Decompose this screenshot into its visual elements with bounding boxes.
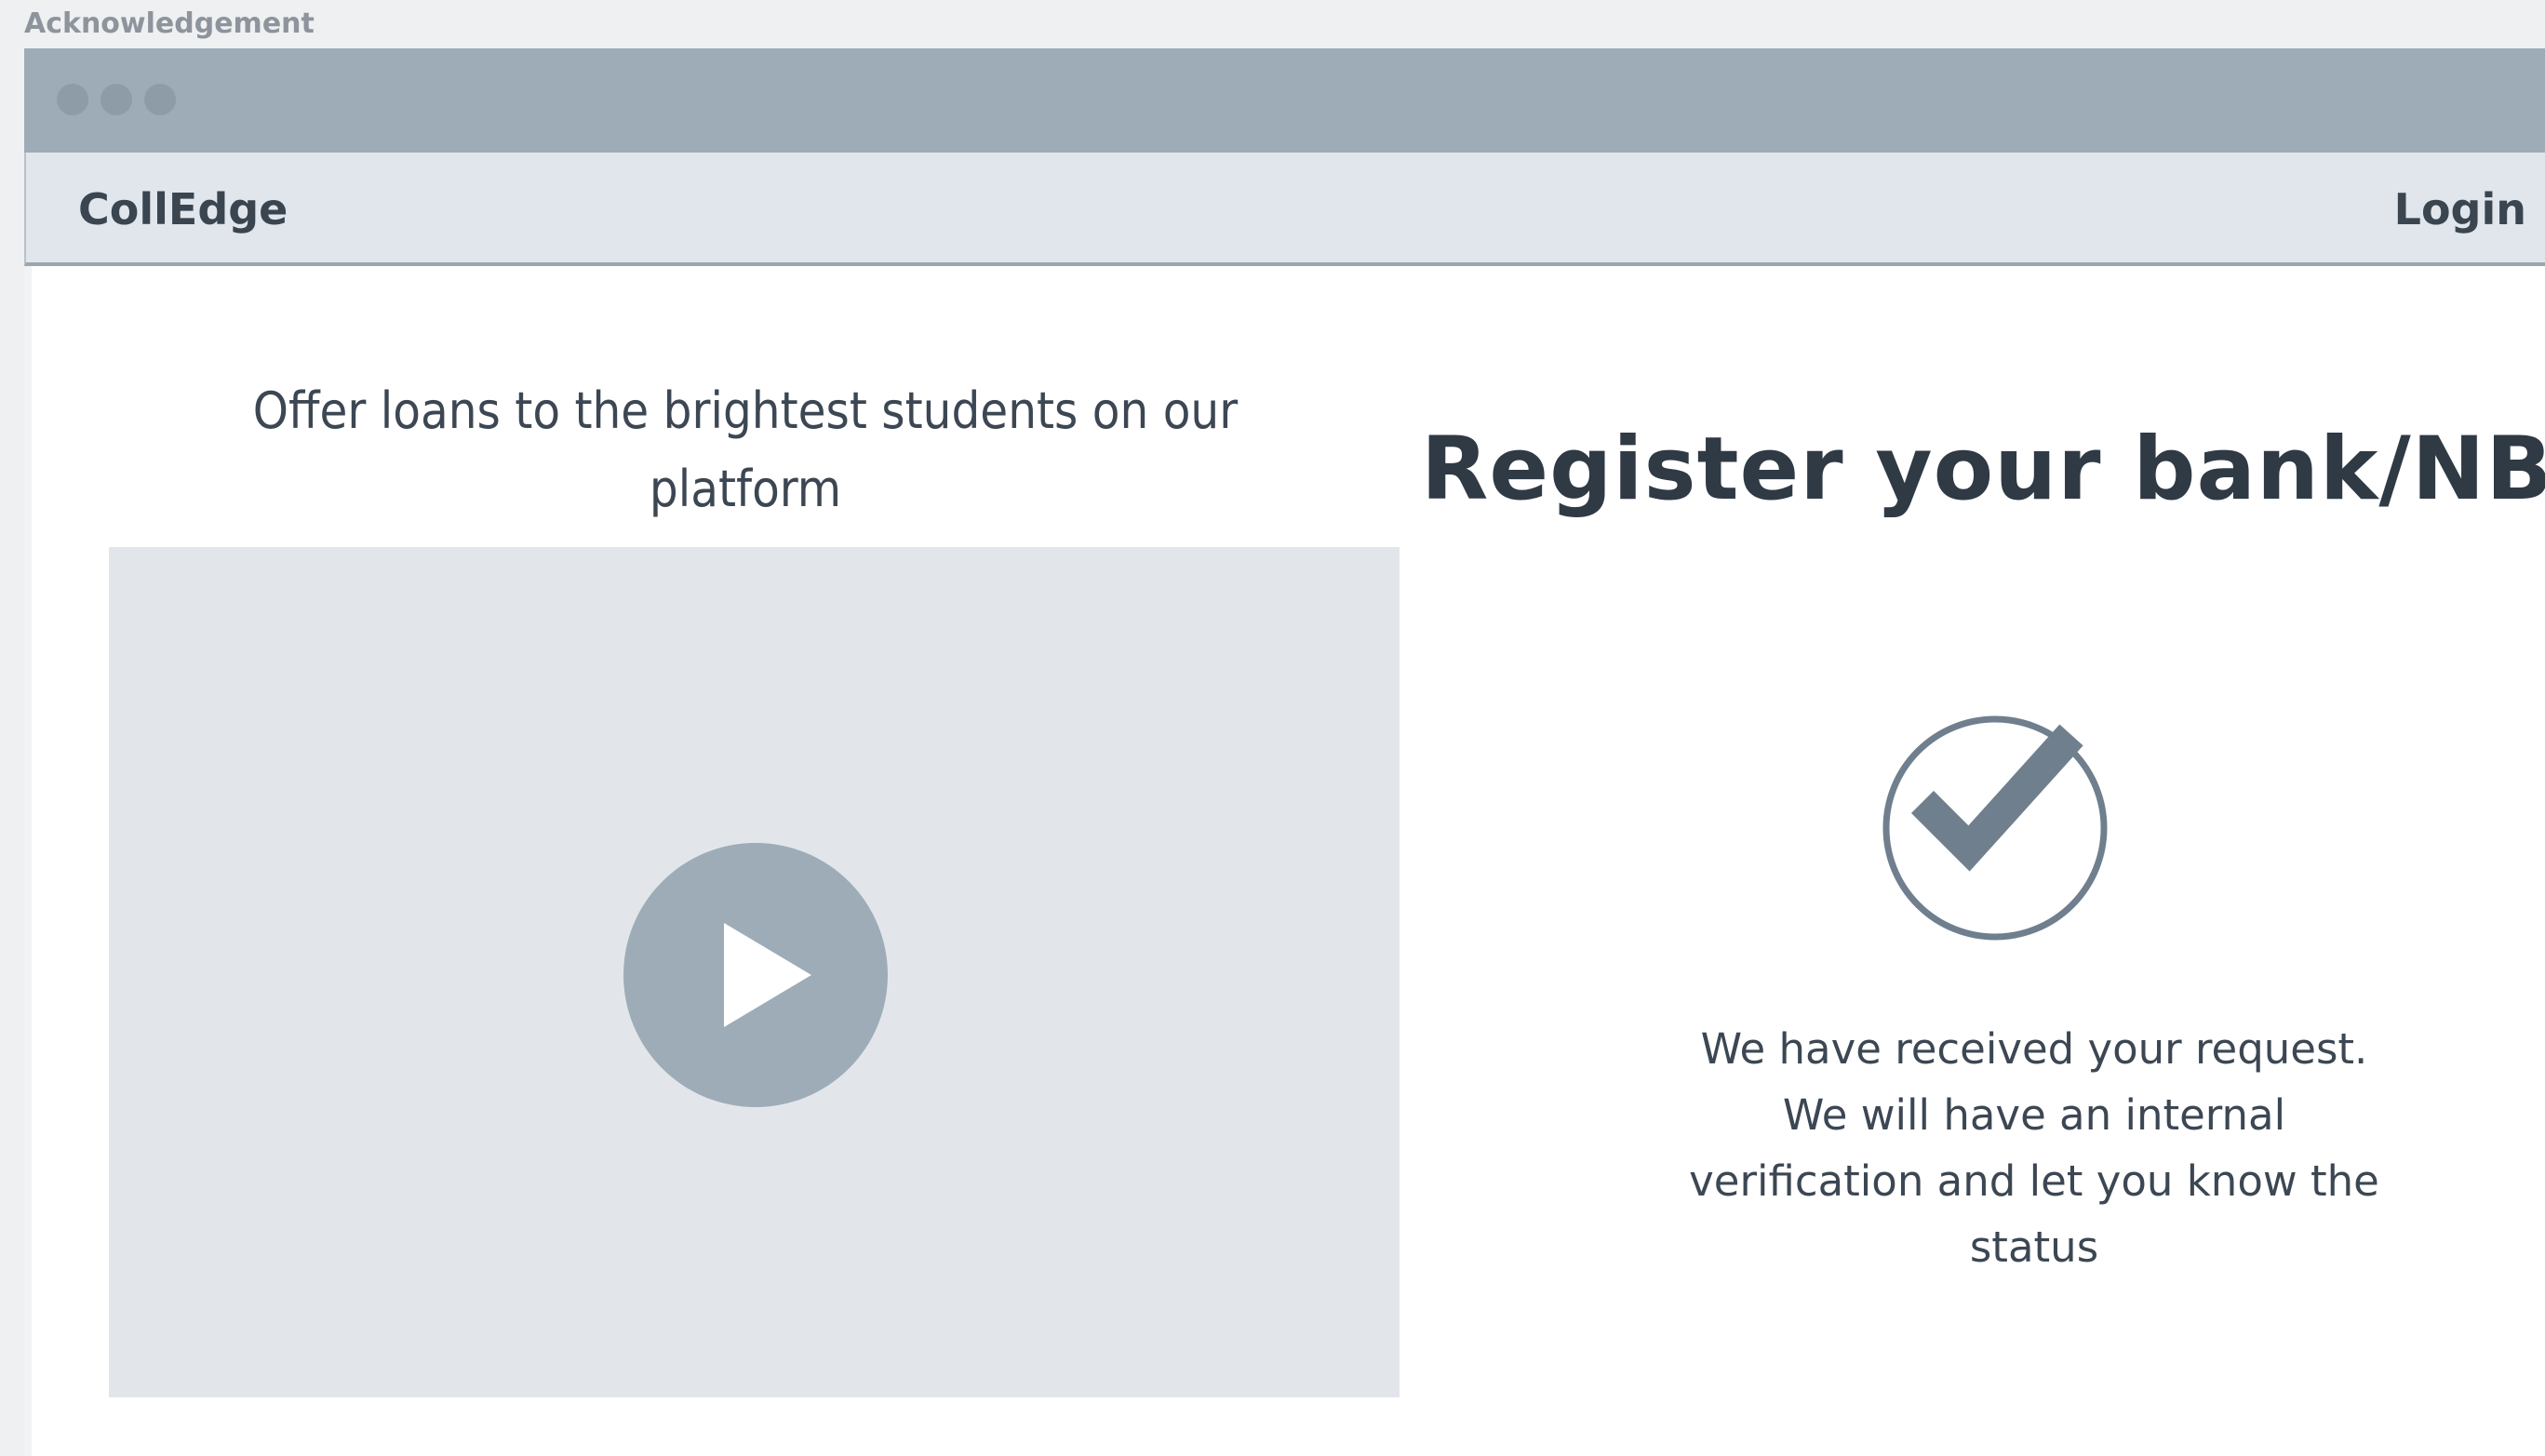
video-player[interactable] (109, 547, 1400, 1397)
login-link[interactable]: Login (2394, 184, 2526, 234)
confirmation-message: We have received your request. We will h… (1689, 1024, 2379, 1272)
browser-window: CollEdge Login Offer loans to the bright… (24, 48, 2545, 1456)
brand-logo[interactable]: CollEdge (78, 184, 288, 234)
check-circle-icon (1882, 715, 2108, 941)
register-title: Register your bank/NBFC (1421, 419, 2545, 520)
window-minimize-dot[interactable] (100, 84, 132, 115)
play-icon (724, 923, 811, 1027)
play-button[interactable] (623, 843, 888, 1107)
window-maximize-dot[interactable] (144, 84, 176, 115)
frame-label: Acknowledgement (24, 7, 315, 40)
window-close-dot[interactable] (57, 84, 88, 115)
left-edge (24, 266, 32, 1456)
tagline: Offer loans to the brightest students on… (252, 381, 1239, 518)
navbar: CollEdge Login (24, 153, 2545, 266)
window-titlebar (24, 48, 2545, 153)
